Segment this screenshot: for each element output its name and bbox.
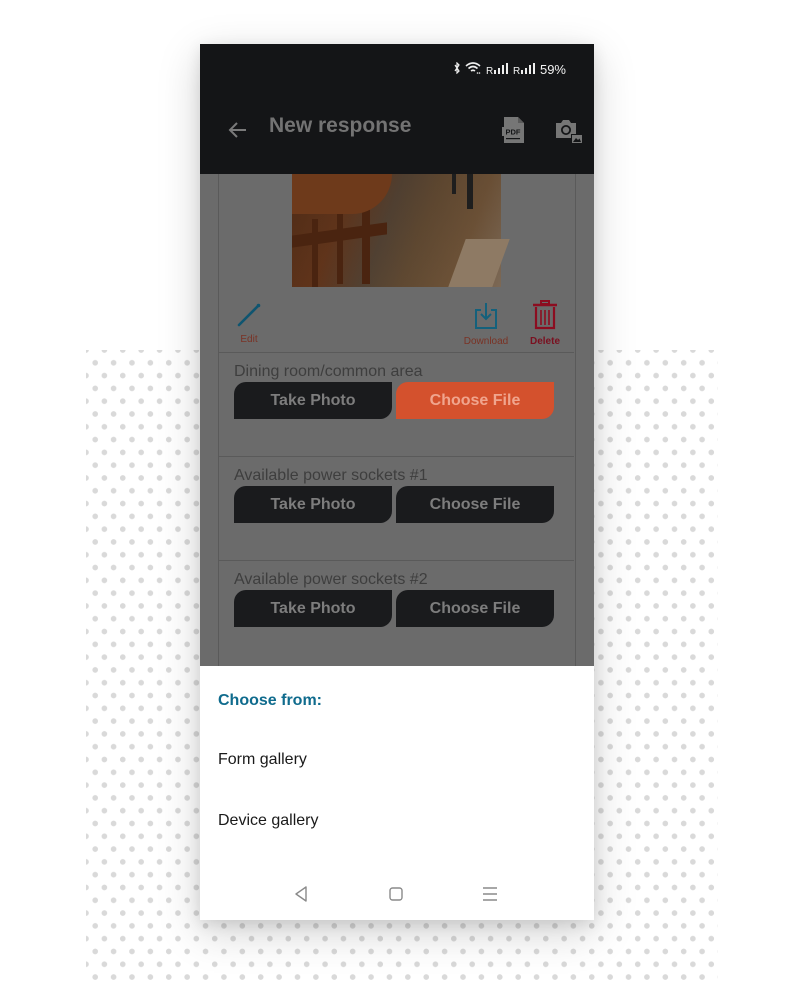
photo-detail — [337, 214, 343, 284]
choose-file-button[interactable]: Choose File — [396, 486, 554, 523]
photo-detail — [448, 239, 510, 287]
choose-file-button[interactable]: Choose File — [396, 590, 554, 627]
choose-file-button[interactable]: Choose File — [396, 382, 554, 419]
camera-gallery-icon — [556, 120, 583, 144]
photo-detail — [452, 174, 456, 194]
camera-gallery-button[interactable] — [554, 116, 584, 146]
phone-screen: R R 59% New response PDF Edit Download D… — [200, 44, 594, 920]
roaming-indicator: R — [485, 65, 493, 77]
roaming-indicator: R — [512, 65, 520, 77]
field-label: Available power sockets #2 — [234, 571, 428, 588]
download-icon — [475, 303, 497, 329]
status-bar: R R 59% — [200, 44, 594, 96]
cell-signal-2-icon: R — [512, 62, 535, 77]
field-label: Available power sockets #1 — [234, 467, 428, 484]
back-button[interactable] — [224, 116, 252, 144]
wifi-icon — [465, 62, 481, 77]
device-gallery-option[interactable]: Device gallery — [218, 812, 318, 830]
nav-back-button[interactable] — [292, 884, 316, 904]
photo-detail — [312, 219, 318, 287]
app-bar: New response PDF — [200, 96, 594, 174]
photo-field-dining-room: Dining room/common area Take Photo Choos… — [218, 352, 574, 457]
back-triangle-icon — [295, 886, 307, 902]
attached-photo[interactable] — [292, 174, 510, 287]
system-nav-bar — [200, 868, 594, 920]
sheet-title: Choose from: — [218, 692, 322, 709]
home-square-icon — [389, 887, 403, 901]
photo-detail — [467, 174, 473, 209]
photo-field-power-sockets-1: Available power sockets #1 Take Photo Ch… — [218, 456, 574, 561]
export-pdf-button[interactable]: PDF — [502, 116, 528, 146]
trash-icon — [533, 300, 557, 330]
recents-menu-icon — [483, 887, 497, 901]
edit-photo-button[interactable]: Edit — [234, 302, 264, 345]
edit-label: Edit — [240, 334, 258, 345]
form-content: Edit Download Delete Dining room/common … — [200, 174, 594, 666]
pencil-icon — [237, 303, 261, 327]
page-title: New response — [269, 114, 412, 137]
arrow-left-icon — [228, 122, 246, 138]
download-label: Download — [463, 336, 509, 347]
nav-home-button[interactable] — [386, 884, 410, 904]
status-icons: R R 59% — [454, 61, 566, 77]
delete-label: Delete — [529, 336, 560, 347]
take-photo-button[interactable]: Take Photo — [234, 382, 392, 419]
battery-percentage: 59% — [539, 62, 566, 77]
form-gallery-option[interactable]: Form gallery — [218, 751, 307, 769]
take-photo-button[interactable]: Take Photo — [234, 590, 392, 627]
take-photo-button[interactable]: Take Photo — [234, 486, 392, 523]
photo-detail — [292, 174, 392, 214]
field-label: Dining room/common area — [234, 363, 423, 380]
delete-photo-button[interactable]: Delete — [528, 300, 562, 347]
nav-recents-button[interactable] — [480, 884, 504, 904]
pdf-icon: PDF — [502, 117, 524, 143]
photo-field-power-sockets-2: Available power sockets #2 Take Photo Ch… — [218, 560, 574, 666]
download-photo-button[interactable]: Download — [462, 302, 510, 347]
svg-text:PDF: PDF — [506, 128, 521, 137]
bluetooth-icon — [454, 61, 460, 77]
cell-signal-1-icon: R — [485, 62, 508, 77]
